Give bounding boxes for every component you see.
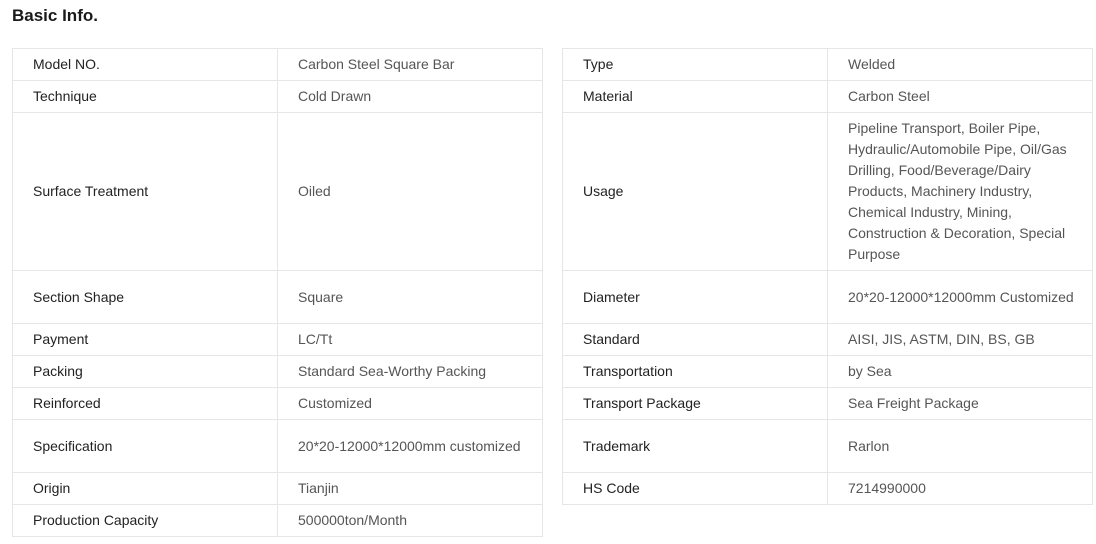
spec-row: Origin Tianjin <box>12 472 543 505</box>
spec-key: Payment <box>12 323 278 356</box>
spec-row: Trademark Rarlon <box>562 419 1093 473</box>
spec-key: Material <box>562 80 828 113</box>
spec-row: Packing Standard Sea-Worthy Packing <box>12 355 543 388</box>
spec-value: 20*20-12000*12000mm customized <box>277 419 543 473</box>
spec-key: Origin <box>12 472 278 505</box>
spec-value: LC/Tt <box>277 323 543 356</box>
spec-key: Production Capacity <box>12 504 278 537</box>
spec-value: Oiled <box>277 112 543 271</box>
spec-value: Standard Sea-Worthy Packing <box>277 355 543 388</box>
spec-value: Cold Drawn <box>277 80 543 113</box>
spec-value: Carbon Steel <box>827 80 1093 113</box>
spec-key: Transportation <box>562 355 828 388</box>
spec-row: Material Carbon Steel <box>562 80 1093 113</box>
spec-value: by Sea <box>827 355 1093 388</box>
section-title: Basic Info. <box>12 6 98 25</box>
spec-row: Model NO. Carbon Steel Square Bar <box>12 48 543 81</box>
spec-row: Transport Package Sea Freight Package <box>562 387 1093 420</box>
spec-key: Packing <box>12 355 278 388</box>
spec-row: Standard AISI, JIS, ASTM, DIN, BS, GB <box>562 323 1093 356</box>
spec-value: Customized <box>277 387 543 420</box>
spec-row: Production Capacity 500000ton/Month <box>12 504 543 537</box>
spec-table-right: Type Welded Material Carbon Steel Usage … <box>562 48 1093 505</box>
spec-row: Reinforced Customized <box>12 387 543 420</box>
spec-table-left: Model NO. Carbon Steel Square Bar Techni… <box>12 48 543 537</box>
spec-value: 500000ton/Month <box>277 504 543 537</box>
spec-value: Tianjin <box>277 472 543 505</box>
spec-row: HS Code 7214990000 <box>562 472 1093 505</box>
spec-value: Pipeline Transport, Boiler Pipe, Hydraul… <box>827 112 1093 271</box>
spec-value: Square <box>277 270 543 324</box>
spec-row: Usage Pipeline Transport, Boiler Pipe, H… <box>562 112 1093 271</box>
spec-key: Diameter <box>562 270 828 324</box>
spec-value: AISI, JIS, ASTM, DIN, BS, GB <box>827 323 1093 356</box>
spec-key: Section Shape <box>12 270 278 324</box>
spec-value: 7214990000 <box>827 472 1093 505</box>
spec-key: Standard <box>562 323 828 356</box>
spec-row: Surface Treatment Oiled <box>12 112 543 271</box>
spec-row: Specification 20*20-12000*12000mm custom… <box>12 419 543 473</box>
spec-row: Transportation by Sea <box>562 355 1093 388</box>
spec-key: HS Code <box>562 472 828 505</box>
spec-row: Payment LC/Tt <box>12 323 543 356</box>
spec-value: Carbon Steel Square Bar <box>277 48 543 81</box>
spec-key: Usage <box>562 112 828 271</box>
spec-key: Type <box>562 48 828 81</box>
spec-key: Trademark <box>562 419 828 473</box>
spec-key: Transport Package <box>562 387 828 420</box>
spec-row: Diameter 20*20-12000*12000mm Customized <box>562 270 1093 324</box>
spec-value: Rarlon <box>827 419 1093 473</box>
spec-value: Sea Freight Package <box>827 387 1093 420</box>
spec-key: Specification <box>12 419 278 473</box>
spec-key: Technique <box>12 80 278 113</box>
spec-row: Type Welded <box>562 48 1093 81</box>
spec-value: Welded <box>827 48 1093 81</box>
spec-key: Reinforced <box>12 387 278 420</box>
spec-key: Model NO. <box>12 48 278 81</box>
spec-value: 20*20-12000*12000mm Customized <box>827 270 1093 324</box>
spec-row: Section Shape Square <box>12 270 543 324</box>
spec-key: Surface Treatment <box>12 112 278 271</box>
spec-row: Technique Cold Drawn <box>12 80 543 113</box>
